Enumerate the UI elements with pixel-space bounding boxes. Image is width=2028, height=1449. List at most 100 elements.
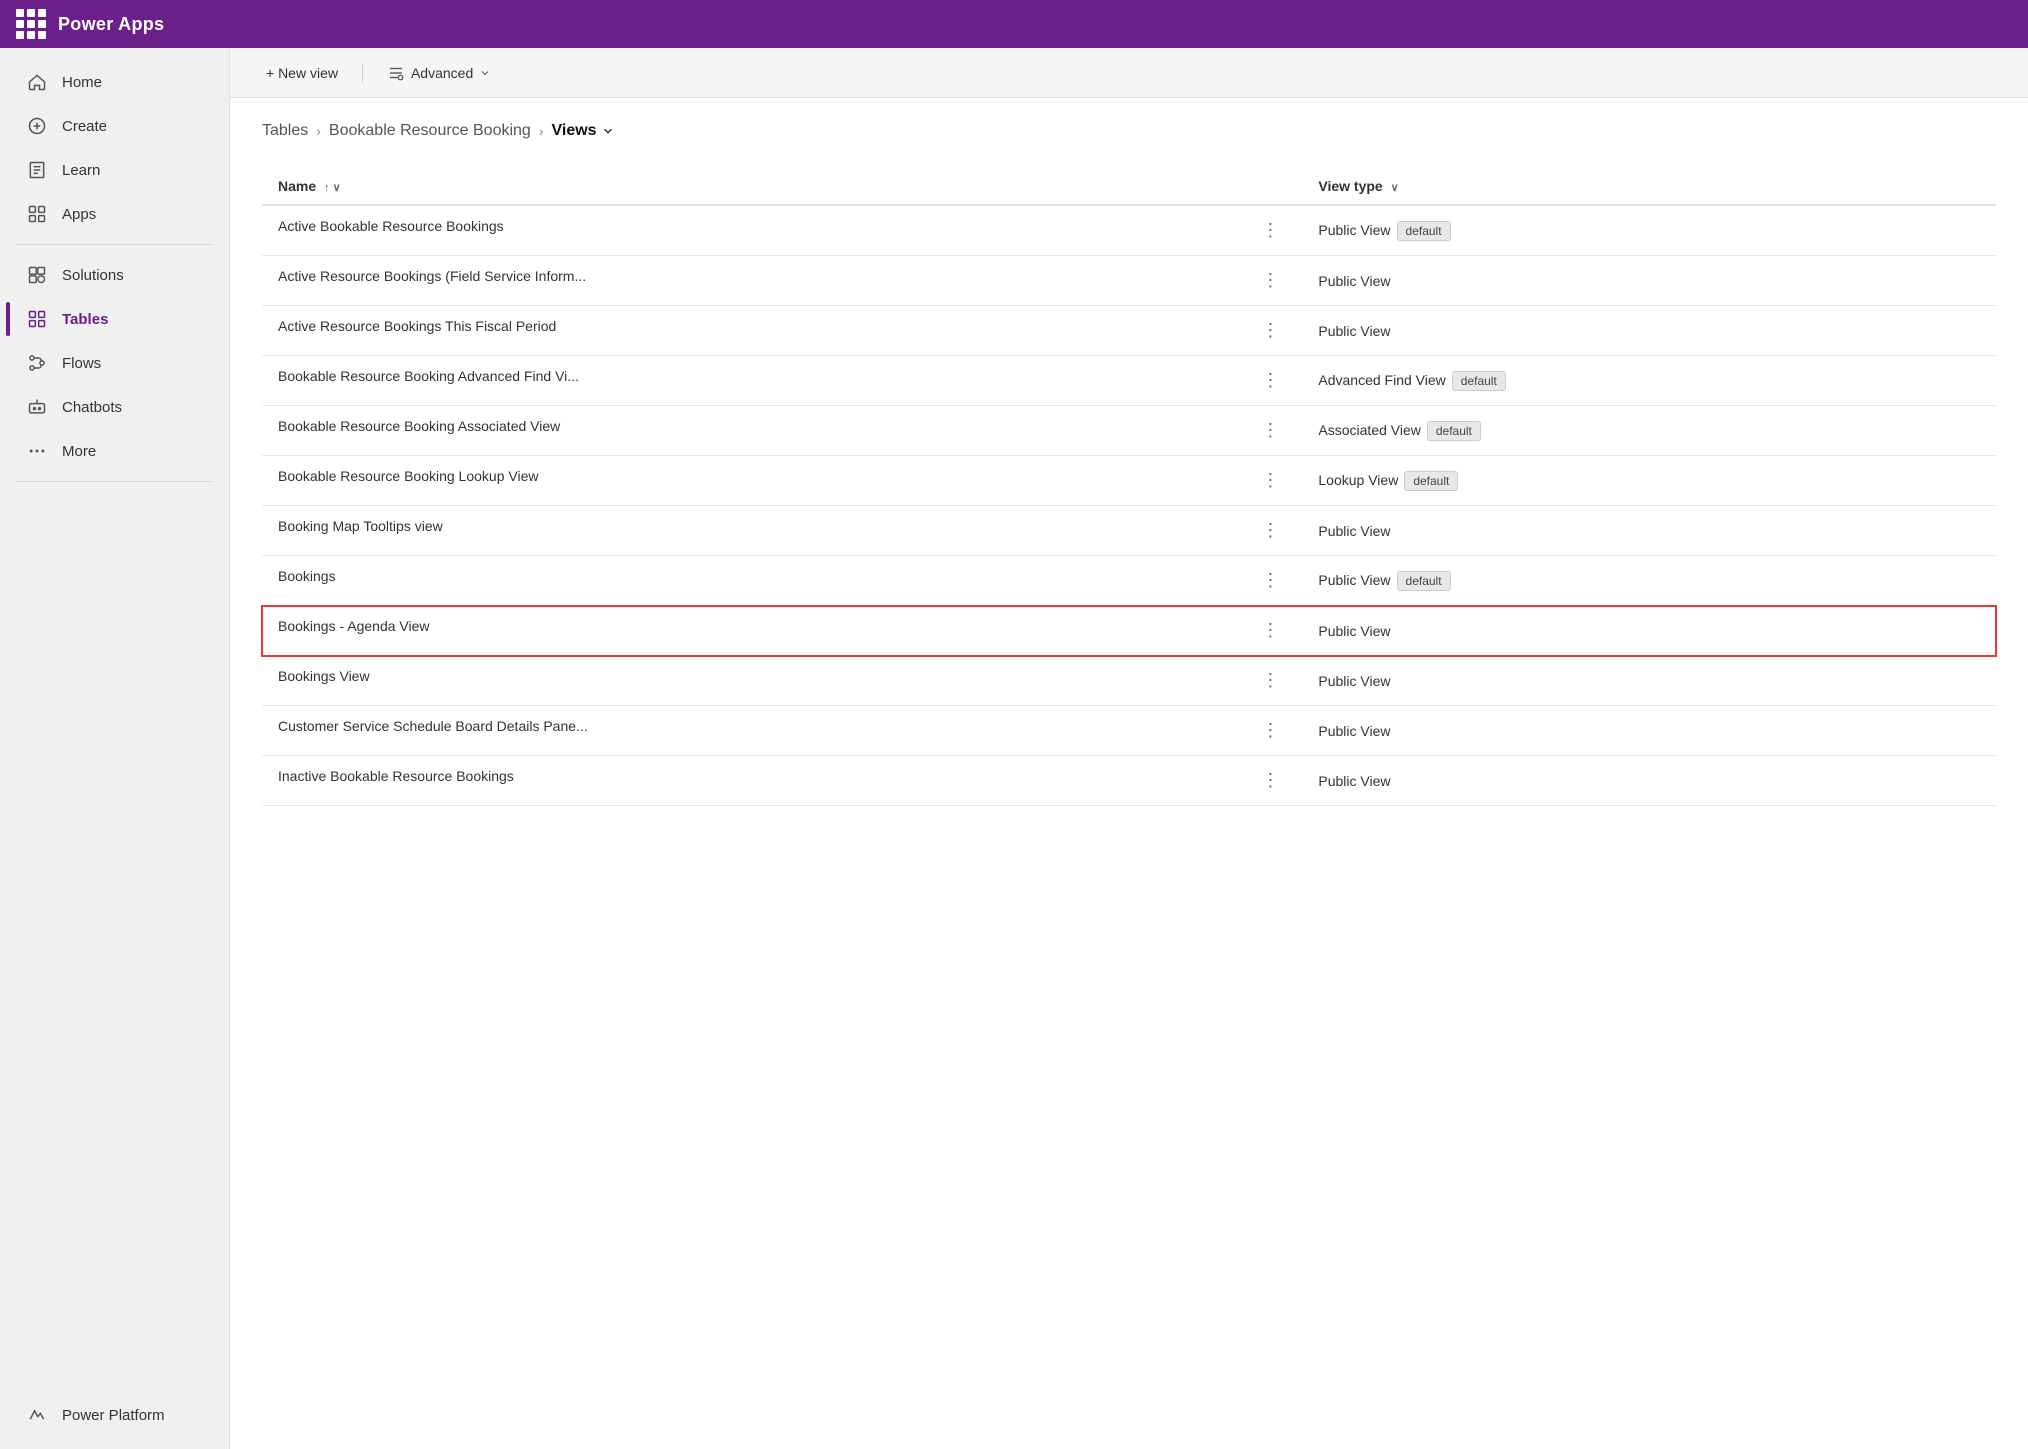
breadcrumb: Tables › Bookable Resource Booking › Vie… <box>262 122 1996 140</box>
views-table: Name ↑ ∨ View type ∨ Active Bookable Res… <box>262 168 1996 806</box>
row-more-button[interactable]: ⋮ <box>1255 618 1286 643</box>
table-row[interactable]: Bookable Resource Booking Advanced Find … <box>262 356 1996 406</box>
power-platform-icon <box>26 1404 48 1426</box>
sidebar-item-more[interactable]: More <box>6 430 223 472</box>
sidebar-item-chatbots[interactable]: Chatbots <box>6 386 223 428</box>
col-header-name[interactable]: Name ↑ ∨ <box>262 168 1302 205</box>
advanced-button[interactable]: Advanced <box>375 58 503 88</box>
tables-icon <box>26 308 48 330</box>
sidebar-divider-1 <box>16 244 213 245</box>
breadcrumb-views[interactable]: Views <box>552 122 615 140</box>
row-name: Booking Map Tooltips view⋮ <box>262 506 1302 556</box>
row-more-button[interactable]: ⋮ <box>1255 668 1286 693</box>
sidebar: Home Create Learn Apps <box>0 48 230 1449</box>
advanced-chevron-icon <box>479 67 491 79</box>
default-badge: default <box>1397 571 1451 591</box>
sidebar-item-label-create: Create <box>62 118 107 135</box>
row-more-button[interactable]: ⋮ <box>1255 318 1286 343</box>
sidebar-item-learn[interactable]: Learn <box>6 149 223 191</box>
views-dropdown-icon <box>601 124 615 138</box>
row-more-button[interactable]: ⋮ <box>1255 718 1286 743</box>
row-view-type: Associated Viewdefault <box>1302 406 1996 456</box>
sidebar-item-label-tables: Tables <box>62 311 108 328</box>
sidebar-bottom: Power Platform <box>0 1393 229 1437</box>
row-name: Active Resource Bookings This Fiscal Per… <box>262 306 1302 356</box>
sidebar-item-label-power-platform: Power Platform <box>62 1407 165 1424</box>
apps-grid-icon[interactable] <box>16 9 46 39</box>
row-view-type: Public Viewdefault <box>1302 556 1996 606</box>
col-name-label: Name <box>278 178 316 194</box>
row-more-button[interactable]: ⋮ <box>1255 518 1286 543</box>
default-badge: default <box>1427 421 1481 441</box>
view-type-sort-icon: ∨ <box>1391 181 1399 194</box>
main-layout: Home Create Learn Apps <box>0 48 2028 1449</box>
toolbar-separator <box>362 63 363 83</box>
row-name: Customer Service Schedule Board Details … <box>262 706 1302 756</box>
sidebar-item-solutions[interactable]: Solutions <box>6 254 223 296</box>
row-name: Active Resource Bookings (Field Service … <box>262 256 1302 306</box>
row-name: Bookable Resource Booking Lookup View⋮ <box>262 456 1302 506</box>
sidebar-item-power-platform[interactable]: Power Platform <box>6 1394 223 1436</box>
new-view-label: + New view <box>266 65 338 81</box>
content-area: Tables › Bookable Resource Booking › Vie… <box>230 98 2028 1449</box>
row-more-button[interactable]: ⋮ <box>1255 418 1286 443</box>
row-view-type: Public View <box>1302 706 1996 756</box>
breadcrumb-resource-booking[interactable]: Bookable Resource Booking <box>329 122 531 140</box>
table-row[interactable]: Bookings⋮Public Viewdefault <box>262 556 1996 606</box>
row-more-button[interactable]: ⋮ <box>1255 368 1286 393</box>
breadcrumb-sep-1: › <box>316 123 321 139</box>
table-row[interactable]: Bookable Resource Booking Associated Vie… <box>262 406 1996 456</box>
sidebar-item-apps[interactable]: Apps <box>6 193 223 235</box>
row-name: Inactive Bookable Resource Bookings⋮ <box>262 756 1302 806</box>
advanced-icon <box>387 64 405 82</box>
sidebar-item-label-flows: Flows <box>62 355 101 372</box>
sidebar-item-tables[interactable]: Tables <box>6 298 223 340</box>
sidebar-divider-2 <box>16 481 213 482</box>
default-badge: default <box>1397 221 1451 241</box>
home-icon <box>26 71 48 93</box>
sidebar-item-flows[interactable]: Flows <box>6 342 223 384</box>
row-more-button[interactable]: ⋮ <box>1255 218 1286 243</box>
row-more-button[interactable]: ⋮ <box>1255 568 1286 593</box>
advanced-label: Advanced <box>411 65 473 81</box>
row-name: Bookings⋮ <box>262 556 1302 606</box>
breadcrumb-sep-2: › <box>539 123 544 139</box>
row-view-type: Public Viewdefault <box>1302 205 1996 256</box>
solutions-icon <box>26 264 48 286</box>
row-view-type: Public View <box>1302 606 1996 656</box>
learn-icon <box>26 159 48 181</box>
table-row[interactable]: Customer Service Schedule Board Details … <box>262 706 1996 756</box>
table-row[interactable]: Bookings - Agenda View⋮Public View <box>262 606 1996 656</box>
sidebar-item-create[interactable]: Create <box>6 105 223 147</box>
row-name: Bookable Resource Booking Advanced Find … <box>262 356 1302 406</box>
table-row[interactable]: Booking Map Tooltips view⋮Public View <box>262 506 1996 556</box>
row-view-type: Public View <box>1302 256 1996 306</box>
row-view-type: Public View <box>1302 506 1996 556</box>
default-badge: default <box>1452 371 1506 391</box>
row-view-type: Public View <box>1302 306 1996 356</box>
table-header-row: Name ↑ ∨ View type ∨ <box>262 168 1996 205</box>
create-icon <box>26 115 48 137</box>
row-more-button[interactable]: ⋮ <box>1255 768 1286 793</box>
sidebar-item-label-learn: Learn <box>62 162 100 179</box>
table-row[interactable]: Inactive Bookable Resource Bookings⋮Publ… <box>262 756 1996 806</box>
row-view-type: Lookup Viewdefault <box>1302 456 1996 506</box>
sidebar-item-label-home: Home <box>62 74 102 91</box>
row-view-type: Public View <box>1302 756 1996 806</box>
table-row[interactable]: Bookable Resource Booking Lookup View⋮Lo… <box>262 456 1996 506</box>
flows-icon <box>26 352 48 374</box>
app-title: Power Apps <box>58 14 164 35</box>
table-row[interactable]: Active Resource Bookings (Field Service … <box>262 256 1996 306</box>
col-header-view-type[interactable]: View type ∨ <box>1302 168 1996 205</box>
table-row[interactable]: Bookings View⋮Public View <box>262 656 1996 706</box>
new-view-button[interactable]: + New view <box>254 59 350 87</box>
sidebar-item-label-more: More <box>62 443 96 460</box>
apps-icon <box>26 203 48 225</box>
row-more-button[interactable]: ⋮ <box>1255 468 1286 493</box>
sidebar-item-label-apps: Apps <box>62 206 96 223</box>
sidebar-item-home[interactable]: Home <box>6 61 223 103</box>
table-row[interactable]: Active Bookable Resource Bookings⋮Public… <box>262 205 1996 256</box>
row-more-button[interactable]: ⋮ <box>1255 268 1286 293</box>
breadcrumb-tables[interactable]: Tables <box>262 122 308 140</box>
table-row[interactable]: Active Resource Bookings This Fiscal Per… <box>262 306 1996 356</box>
